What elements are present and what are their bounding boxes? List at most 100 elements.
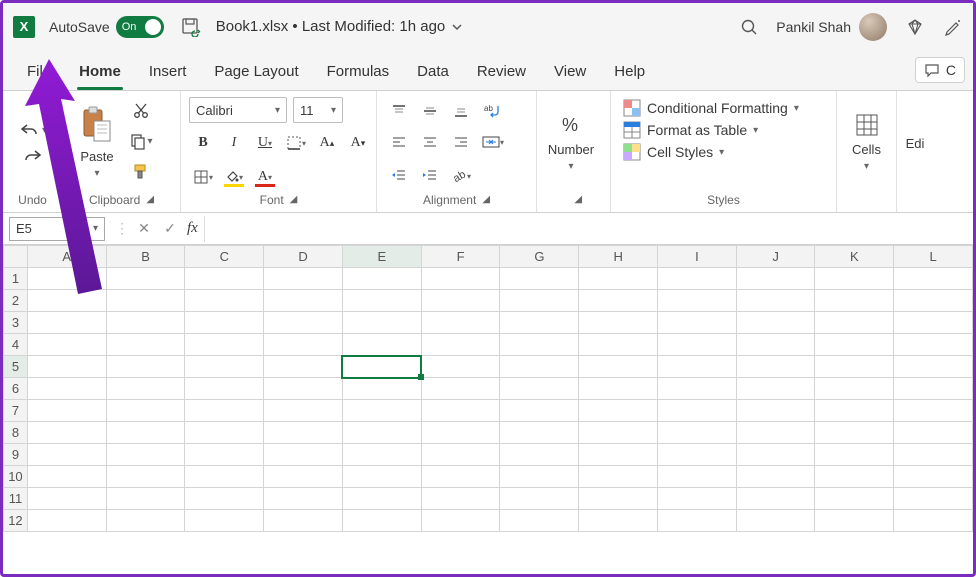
- column-header[interactable]: H: [579, 246, 658, 268]
- diamond-icon[interactable]: [905, 17, 925, 37]
- cell[interactable]: [658, 444, 737, 466]
- alignment-launcher-icon[interactable]: ◢: [482, 194, 490, 205]
- cells-button[interactable]: Cells ▾: [845, 97, 888, 187]
- cell[interactable]: [894, 444, 973, 466]
- row-header[interactable]: 3: [4, 312, 28, 334]
- cell[interactable]: [264, 466, 343, 488]
- cell[interactable]: [27, 268, 106, 290]
- cell[interactable]: [264, 356, 343, 378]
- cell[interactable]: [736, 268, 815, 290]
- cell[interactable]: [500, 422, 579, 444]
- document-title[interactable]: Book1.xlsx • Last Modified: 1h ago: [216, 18, 464, 35]
- decrease-font-button[interactable]: A▾: [344, 129, 372, 157]
- column-header[interactable]: K: [815, 246, 894, 268]
- cell[interactable]: [106, 466, 185, 488]
- row-header[interactable]: 12: [4, 510, 28, 532]
- fx-icon[interactable]: fx: [187, 220, 198, 237]
- orientation-button[interactable]: ab▾: [447, 162, 475, 190]
- cell[interactable]: [736, 444, 815, 466]
- cell[interactable]: [342, 466, 421, 488]
- font-color-button[interactable]: A▾: [251, 163, 279, 191]
- row-header[interactable]: 7: [4, 400, 28, 422]
- clipboard-launcher-icon[interactable]: ◢: [146, 194, 154, 205]
- cell[interactable]: [264, 400, 343, 422]
- number-format-button[interactable]: % Number ▾: [545, 97, 597, 187]
- account-button[interactable]: Pankil Shah: [776, 13, 887, 41]
- cell[interactable]: [264, 444, 343, 466]
- cell[interactable]: [500, 356, 579, 378]
- cell[interactable]: [736, 334, 815, 356]
- cell[interactable]: [736, 378, 815, 400]
- cell[interactable]: [815, 400, 894, 422]
- align-middle-button[interactable]: [416, 97, 444, 125]
- cell[interactable]: [342, 400, 421, 422]
- row-header[interactable]: 8: [4, 422, 28, 444]
- cell[interactable]: [658, 378, 737, 400]
- tab-insert[interactable]: Insert: [135, 55, 201, 90]
- cell[interactable]: [185, 466, 264, 488]
- cell[interactable]: [815, 378, 894, 400]
- cell[interactable]: [27, 466, 106, 488]
- cell[interactable]: [500, 510, 579, 532]
- number-launcher-icon[interactable]: ◢: [574, 194, 582, 205]
- cell[interactable]: [894, 466, 973, 488]
- cell[interactable]: [658, 290, 737, 312]
- cell[interactable]: [421, 312, 500, 334]
- cell[interactable]: [500, 400, 579, 422]
- cell[interactable]: [264, 290, 343, 312]
- cell[interactable]: [342, 312, 421, 334]
- cell[interactable]: [27, 510, 106, 532]
- tab-view[interactable]: View: [540, 55, 600, 90]
- cell[interactable]: [185, 422, 264, 444]
- tab-help[interactable]: Help: [600, 55, 659, 90]
- cell[interactable]: [815, 488, 894, 510]
- cell[interactable]: [500, 290, 579, 312]
- cell[interactable]: [342, 510, 421, 532]
- cell[interactable]: [421, 444, 500, 466]
- column-header[interactable]: G: [500, 246, 579, 268]
- cell[interactable]: [106, 510, 185, 532]
- cell[interactable]: [815, 422, 894, 444]
- row-header[interactable]: 10: [4, 466, 28, 488]
- cell[interactable]: [736, 510, 815, 532]
- cell[interactable]: [421, 466, 500, 488]
- cell[interactable]: [421, 400, 500, 422]
- autosave-toggle[interactable]: On: [116, 16, 164, 38]
- cell[interactable]: [736, 466, 815, 488]
- cell[interactable]: [421, 268, 500, 290]
- conditional-formatting-button[interactable]: Conditional Formatting▾: [623, 99, 799, 117]
- cut-button[interactable]: [127, 97, 155, 125]
- cell[interactable]: [894, 312, 973, 334]
- cell[interactable]: [736, 290, 815, 312]
- cell[interactable]: [658, 510, 737, 532]
- cell[interactable]: [579, 422, 658, 444]
- cell[interactable]: [500, 268, 579, 290]
- cell[interactable]: [264, 268, 343, 290]
- cell[interactable]: [658, 400, 737, 422]
- cell[interactable]: [342, 356, 421, 378]
- cell[interactable]: [894, 422, 973, 444]
- cell[interactable]: [658, 312, 737, 334]
- cell[interactable]: [658, 422, 737, 444]
- cell[interactable]: [815, 444, 894, 466]
- row-header[interactable]: 4: [4, 334, 28, 356]
- cell[interactable]: [579, 400, 658, 422]
- spreadsheet-grid[interactable]: ABCDEFGHIJKL123456789101112: [3, 245, 973, 532]
- confirm-edit-button[interactable]: ✓: [159, 220, 181, 237]
- cell[interactable]: [500, 466, 579, 488]
- cell[interactable]: [264, 488, 343, 510]
- cell[interactable]: [658, 466, 737, 488]
- cell[interactable]: [894, 268, 973, 290]
- cell[interactable]: [185, 488, 264, 510]
- cell[interactable]: [421, 488, 500, 510]
- cell[interactable]: [736, 312, 815, 334]
- cell[interactable]: [27, 444, 106, 466]
- cell[interactable]: [736, 488, 815, 510]
- search-icon[interactable]: [740, 18, 758, 36]
- column-header[interactable]: J: [736, 246, 815, 268]
- fill-color-button[interactable]: ▾: [220, 163, 248, 191]
- column-header[interactable]: A: [27, 246, 106, 268]
- align-left-button[interactable]: [385, 128, 413, 156]
- cell[interactable]: [579, 488, 658, 510]
- paste-button[interactable]: Paste ▾: [71, 97, 123, 187]
